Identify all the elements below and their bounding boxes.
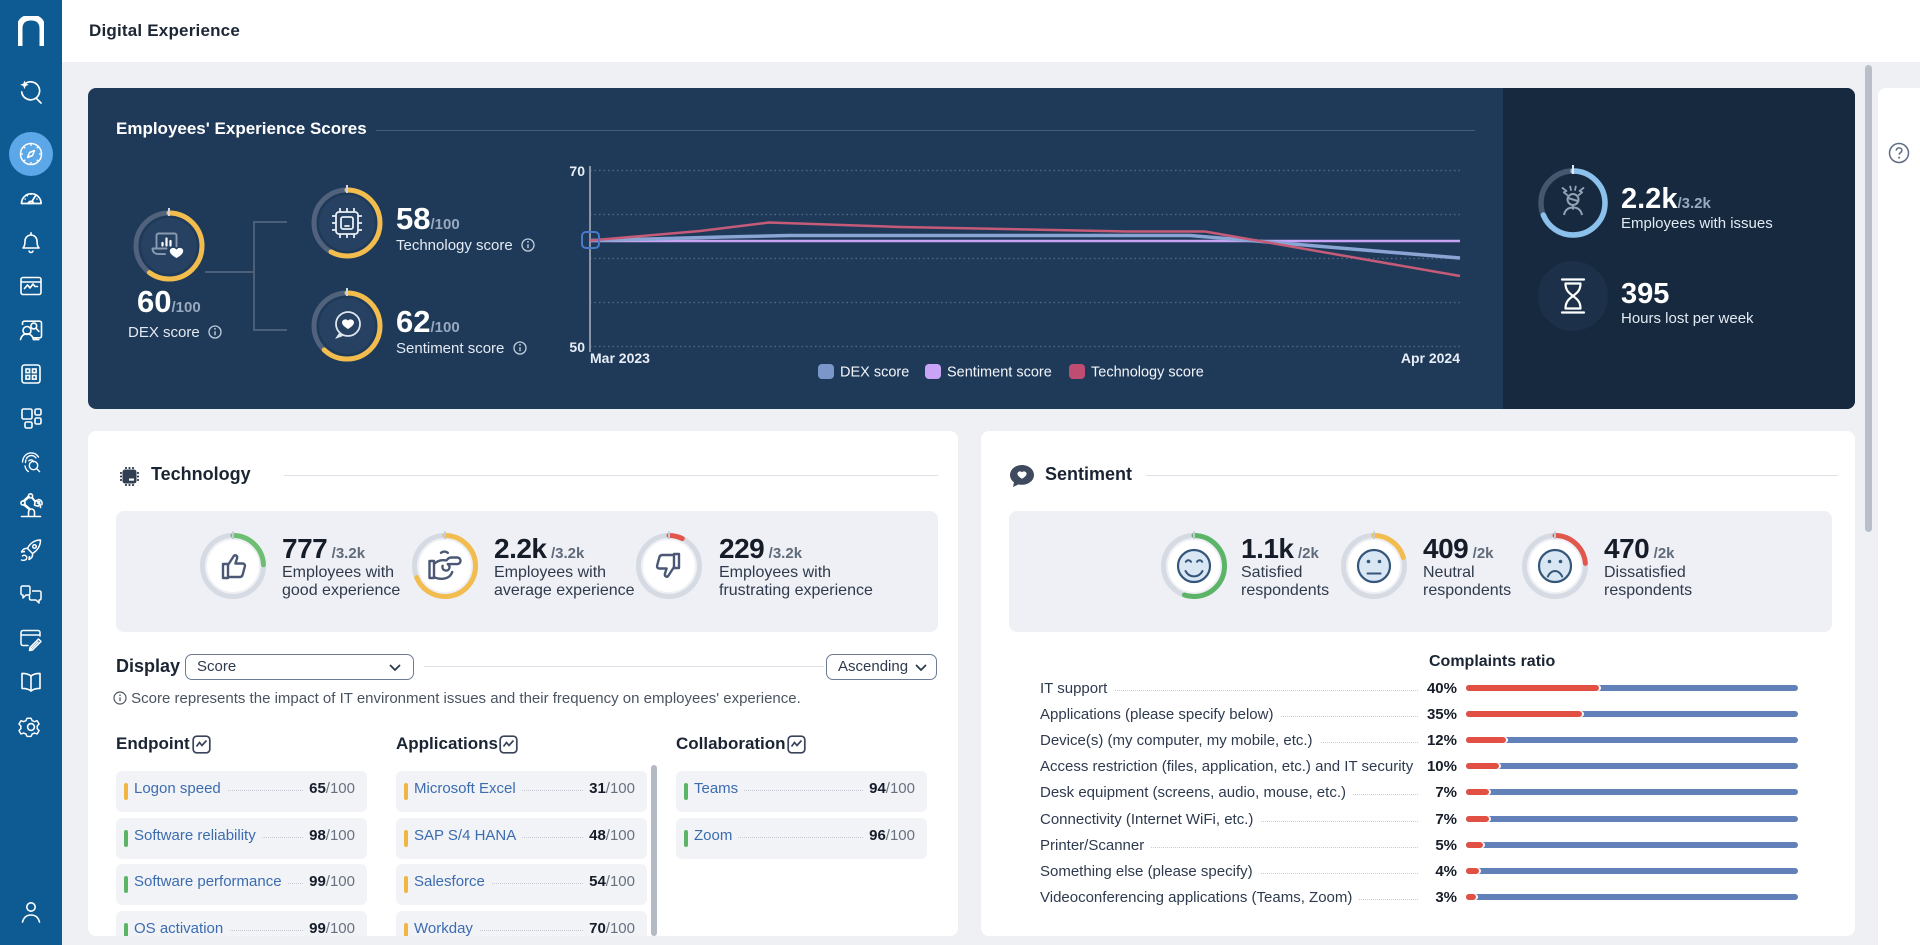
svg-text:Sentiment score: Sentiment score [947,365,1052,381]
svg-text:Apr 2024: Apr 2024 [1401,350,1460,366]
svg-text:Mar 2023: Mar 2023 [590,350,650,366]
svg-text:DEX score: DEX score [840,365,909,381]
svg-text:Technology score: Technology score [1091,365,1204,381]
svg-text:50: 50 [569,339,585,355]
svg-text:70: 70 [569,163,585,179]
